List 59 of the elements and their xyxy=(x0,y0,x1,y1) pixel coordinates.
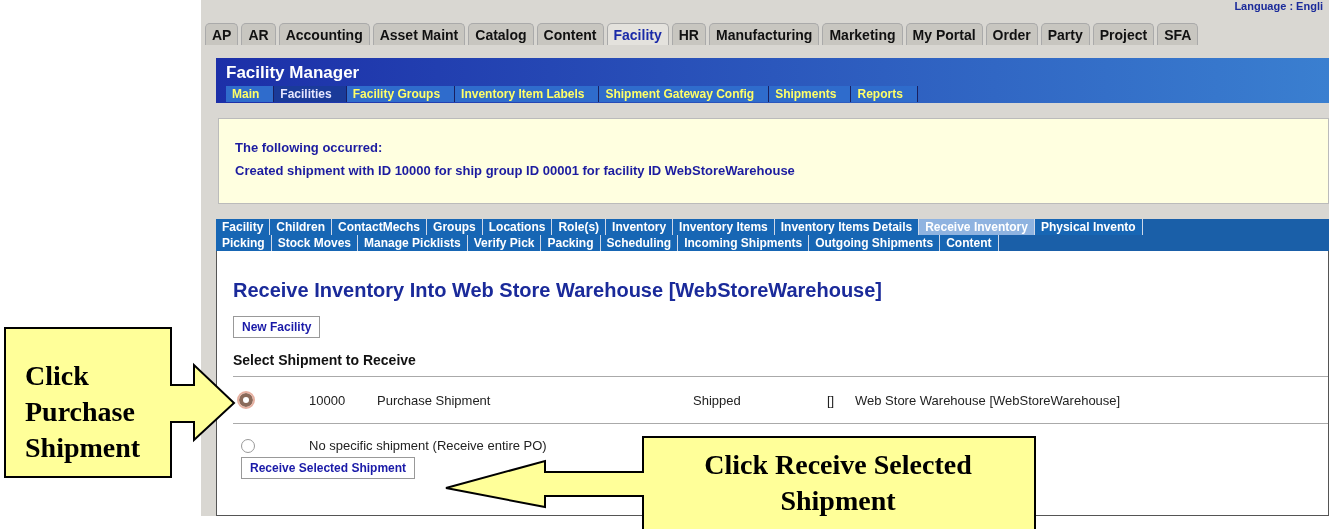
nav-link[interactable]: Inventory Item Labels xyxy=(455,86,600,102)
page-title: Receive Inventory Into Web Store Warehouse [WebStoreWarehouse] xyxy=(233,279,884,302)
app-tab[interactable]: HR xyxy=(671,23,706,45)
app-tab[interactable]: Accounting xyxy=(278,23,370,45)
sub-nav-link[interactable]: Role(s) xyxy=(552,219,607,235)
app-tab[interactable]: SFA xyxy=(1157,23,1199,45)
nav-link[interactable]: Main xyxy=(226,86,275,102)
sub-nav-link[interactable]: Manage Picklists xyxy=(358,235,468,251)
app-tab[interactable]: AP xyxy=(205,23,239,45)
shipment-type: Purchase Shipment xyxy=(377,392,492,408)
message-text: The following occurred: xyxy=(235,140,384,155)
callout-text: Click Purchase Shipment xyxy=(25,359,142,465)
app-tab[interactable]: Content xyxy=(536,23,604,45)
sub-nav-link[interactable]: Locations xyxy=(482,219,553,235)
shipment-status: Shipped xyxy=(693,392,742,408)
nav-link[interactable]: Shipments xyxy=(769,86,852,102)
new-facility-button[interactable]: New Facility xyxy=(233,316,321,338)
section-title: Select Shipment to Receive xyxy=(233,352,417,368)
sub-nav-link[interactable]: Facility xyxy=(216,219,271,235)
shipment-facility: Web Store Warehouse [WebStoreWarehouse] xyxy=(855,392,1121,408)
nav-link[interactable]: Facilities xyxy=(274,86,347,102)
shipment-id: 10000 xyxy=(309,392,347,408)
app-tab[interactable]: Catalog xyxy=(468,23,534,45)
sub-nav-link[interactable]: Inventory Items xyxy=(673,219,775,235)
sub-nav-link[interactable]: Stock Moves xyxy=(271,235,359,251)
receive-shipment-button[interactable]: Receive Selected Shipment xyxy=(241,457,416,479)
sub-nav-link[interactable]: Inventory xyxy=(606,219,674,235)
sub-nav-link[interactable]: Outgoing Shipments xyxy=(809,235,941,251)
app-tab[interactable]: Manufacturing xyxy=(709,23,820,45)
message-text: Created shipment with ID 10000 for ship group ID 00001 for facility ID WebStoreWarehouse xyxy=(235,163,796,178)
sub-nav-link[interactable]: Groups xyxy=(427,219,483,235)
app-tab[interactable]: Order xyxy=(985,23,1038,45)
nav-link[interactable]: Reports xyxy=(851,86,918,102)
option-label: No specific shipment (Receive entire PO) xyxy=(309,438,547,453)
app-tab[interactable]: AR xyxy=(241,23,276,45)
nav-link[interactable]: Shipment Gateway Config xyxy=(599,86,770,102)
callout-text: Click Receive Selected Shipment xyxy=(703,448,973,518)
sub-nav-link[interactable]: Verify Pick xyxy=(467,235,542,251)
sub-nav-link[interactable]: Content xyxy=(940,235,999,251)
sub-nav-link[interactable]: Packing xyxy=(541,235,601,251)
app-tab[interactable]: My Portal xyxy=(905,23,983,45)
sub-nav-link[interactable]: ContactMechs xyxy=(332,219,428,235)
sub-nav-link[interactable]: Picking xyxy=(216,235,272,251)
app-title: Facility Manager xyxy=(226,63,361,83)
app-tab[interactable]: Project xyxy=(1092,23,1155,45)
app-tab[interactable]: Marketing xyxy=(822,23,903,45)
sub-nav-link[interactable]: Inventory Items Details xyxy=(774,219,920,235)
table-cell-text: [] xyxy=(827,392,836,408)
sub-nav-link[interactable]: Incoming Shipments xyxy=(678,235,810,251)
nav-link[interactable]: Facility Groups xyxy=(346,86,456,102)
sub-nav-link[interactable]: Children xyxy=(270,219,333,235)
sub-nav-link[interactable]: Scheduling xyxy=(600,235,679,251)
sub-nav-link[interactable]: Physical Invento xyxy=(1034,219,1143,235)
language-link[interactable]: Language : Engli xyxy=(1234,0,1323,13)
app-tab[interactable]: Asset Maint xyxy=(372,23,466,45)
radio-button[interactable] xyxy=(239,393,253,407)
radio-button[interactable] xyxy=(241,438,255,453)
app-tab[interactable]: Facility xyxy=(606,23,669,45)
app-tab[interactable]: Party xyxy=(1040,23,1090,45)
